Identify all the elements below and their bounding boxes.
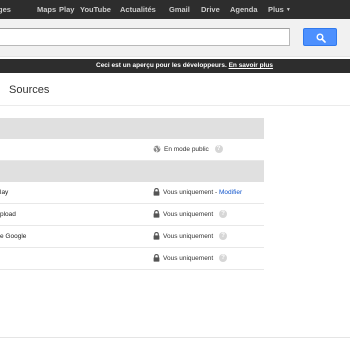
footer-divider <box>0 337 350 338</box>
section-header <box>0 118 264 139</box>
edit-link[interactable]: Modifier <box>219 189 242 196</box>
lock-icon <box>153 188 160 196</box>
visibility-label: Vous uniquement <box>163 233 214 240</box>
banner-message: Ceci est un aperçu pour les développeurs… <box>96 62 227 69</box>
nav-item-play[interactable]: Play <box>59 0 74 19</box>
row-visibility: Vous uniquement ? <box>153 226 228 248</box>
row-name: lay <box>0 189 9 196</box>
developer-preview-banner: Ceci est un aperçu pour les développeurs… <box>0 59 350 73</box>
search-header <box>0 19 350 57</box>
help-icon[interactable]: ? <box>214 145 223 154</box>
banner-text: Ceci est un aperçu pour les développeurs… <box>96 59 273 73</box>
visibility-label: Vous uniquement <box>163 211 214 218</box>
nav-item-more[interactable]: Plus ▼ <box>268 0 291 19</box>
help-icon[interactable]: ? <box>219 210 228 219</box>
nav-item-images[interactable]: ges <box>0 0 11 19</box>
caret-down-icon: ▼ <box>285 7 291 13</box>
nav-item-youtube[interactable]: YouTube <box>80 0 111 19</box>
table-row[interactable]: Vous uniquement ? <box>0 248 264 270</box>
nav-item-gmail[interactable]: Gmail <box>169 0 190 19</box>
nav-item-more-label: Plus <box>268 5 284 14</box>
section-header <box>0 161 264 182</box>
nav-item-news[interactable]: Actualités <box>120 0 156 19</box>
visibility-label: Vous uniquement <box>163 255 214 262</box>
search-input[interactable] <box>0 28 290 46</box>
globe-icon <box>153 145 161 153</box>
top-nav-bar: ges Maps Play YouTube Actualités Gmail D… <box>0 0 350 19</box>
lock-icon <box>153 232 160 240</box>
row-visibility: Vous uniquement - Modifier <box>153 182 242 204</box>
lock-icon <box>153 210 160 218</box>
table-row[interactable]: lay Vous uniquement - Modifier <box>0 182 264 204</box>
page-title: Sources <box>9 84 50 96</box>
nav-item-drive[interactable]: Drive <box>201 0 220 19</box>
row-name: e Google <box>0 233 27 240</box>
lock-icon <box>153 254 160 262</box>
search-icon <box>316 33 326 43</box>
visibility-label: En mode public <box>164 146 209 153</box>
title-divider <box>0 105 350 106</box>
row-visibility: Vous uniquement ? <box>153 204 228 226</box>
search-button[interactable] <box>303 28 337 46</box>
row-visibility: En mode public ? <box>153 139 223 161</box>
nav-item-calendar[interactable]: Agenda <box>230 0 258 19</box>
table-row[interactable]: pload Vous uniquement ? <box>0 204 264 226</box>
visibility-label: Vous uniquement <box>163 189 214 196</box>
table-row[interactable]: En mode public ? <box>0 139 264 161</box>
nav-item-maps[interactable]: Maps <box>37 0 56 19</box>
help-icon[interactable]: ? <box>219 232 228 241</box>
table-row[interactable]: e Google Vous uniquement ? <box>0 226 264 248</box>
row-name: pload <box>0 211 16 218</box>
help-icon[interactable]: ? <box>219 254 228 263</box>
row-visibility: Vous uniquement ? <box>153 248 228 270</box>
learn-more-link[interactable]: En savoir plus <box>229 62 273 69</box>
